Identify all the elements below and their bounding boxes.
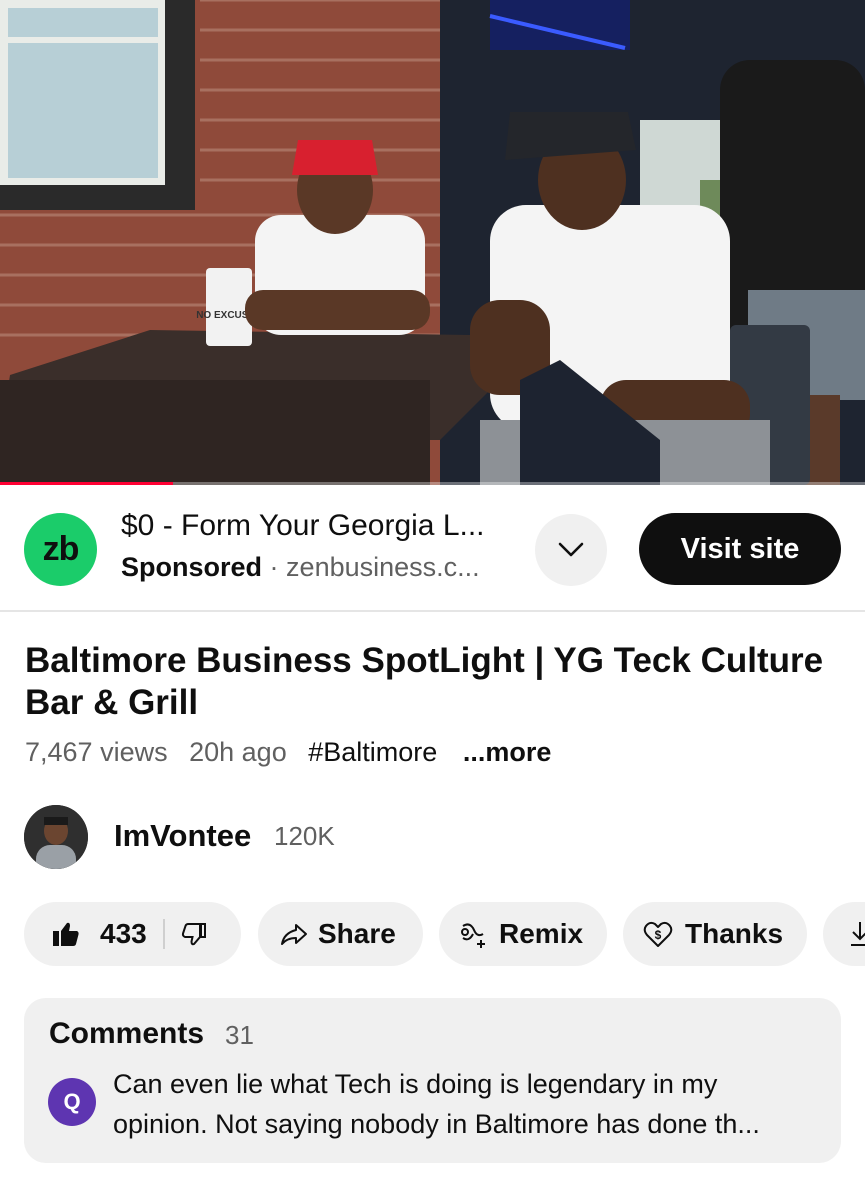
avatar-image [24,805,88,869]
share-label: Share [318,918,396,949]
sponsored-label: Sponsored [121,552,263,582]
top-comment-text: Can even lie what Tech is doing is legen… [113,1069,760,1139]
video-progress-bar[interactable] [0,482,865,485]
remix-icon [461,923,485,948]
visit-site-button[interactable]: Visit site [639,513,841,585]
share-arrow-icon [281,924,307,945]
ad-subtitle: Sponsored · zenbusiness.c... [121,552,521,583]
like-count: 433 [100,918,147,949]
thanks-label: Thanks [685,918,784,949]
remix-button[interactable]: Remix [439,902,607,966]
hashtag-link[interactable]: #Baltimore [308,737,437,767]
download-button[interactable] [823,902,865,966]
comments-panel[interactable]: Comments 31 Q Can even lie what Tech is … [24,998,841,1163]
video-meta[interactable]: 7,467 views 20h ago #Baltimore ...more [25,737,565,768]
commenter-avatar: Q [48,1078,96,1126]
progress-played [0,482,173,485]
svg-text:$: $ [655,928,662,942]
advertiser-logo-text: zb [42,530,80,568]
download-icon [851,922,865,946]
comments-heading: Comments [49,1017,205,1050]
remix-label: Remix [499,918,584,949]
like-button[interactable]: 433 [52,918,147,950]
youtube-watch-page: NO EXCUSES zb $0 - Form Your Georgia L..… [0,0,865,1200]
thumbs-up-icon [53,922,79,946]
dislike-button[interactable] [181,922,207,946]
video-title[interactable]: Baltimore Business SpotLight | YG Teck C… [25,640,845,724]
video-player[interactable]: NO EXCUSES [0,0,865,485]
ad-title[interactable]: $0 - Form Your Georgia L... [121,509,521,543]
ad-domain: zenbusiness.c... [286,552,480,582]
upload-age: 20h ago [189,737,287,767]
heart-dollar-icon: $ [643,921,673,947]
thumbs-down-icon [181,923,206,946]
subscriber-count: 120K [274,821,335,851]
ad-separator: · [269,552,279,582]
view-count: 7,467 views [25,737,168,767]
channel-name[interactable]: ImVontee [114,818,251,854]
video-frame-illustration: NO EXCUSES [0,0,865,485]
ad-expand-button[interactable] [535,514,607,586]
more-button[interactable]: ...more [463,737,552,767]
like-divider [162,919,165,949]
thanks-button[interactable]: $ Thanks [623,902,807,966]
share-button[interactable]: Share [258,902,423,966]
channel-avatar[interactable] [24,805,88,869]
chevron-down-icon [558,542,584,557]
advertiser-logo[interactable]: zb [24,513,97,586]
like-dislike-group: 433 [24,902,241,966]
comments-count: 31 [225,1020,254,1050]
